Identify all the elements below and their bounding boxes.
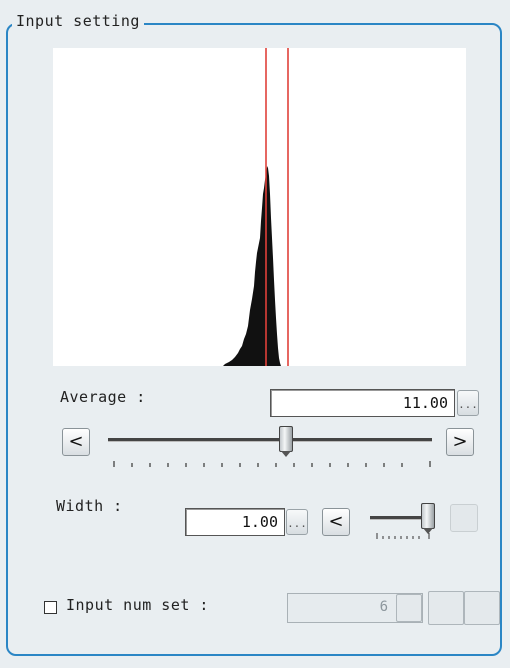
input-num-increment-button[interactable]: [464, 591, 500, 625]
average-increment-button[interactable]: >: [446, 428, 474, 456]
average-slider-track[interactable]: [108, 438, 432, 442]
average-slider-ticks: [113, 461, 431, 467]
input-num-decrement-button[interactable]: [428, 591, 464, 625]
input-num-set-checkbox[interactable]: [44, 601, 57, 614]
width-decrement-button[interactable]: <: [322, 508, 350, 536]
group-title: Input setting: [12, 12, 144, 30]
average-input[interactable]: 11.00: [270, 389, 455, 417]
width-slider-thumb[interactable]: [421, 503, 435, 534]
input-num-ellipsis-button[interactable]: [396, 594, 422, 622]
average-label: Average :: [60, 388, 146, 406]
histogram-bars: [223, 166, 281, 366]
average-ellipsis-button[interactable]: ...: [457, 390, 479, 416]
average-slider-thumb[interactable]: [279, 426, 293, 457]
width-input[interactable]: 1.00: [185, 508, 285, 536]
width-slider-track[interactable]: [370, 516, 427, 520]
width-label: Width :: [56, 497, 123, 515]
width-slider-ticks: [376, 533, 430, 539]
average-decrement-button[interactable]: <: [62, 428, 90, 456]
width-increment-button[interactable]: [450, 504, 478, 532]
input-num-set-label: Input num set :: [66, 596, 209, 614]
width-ellipsis-button[interactable]: ...: [286, 509, 308, 535]
histogram-chart: [53, 48, 466, 366]
